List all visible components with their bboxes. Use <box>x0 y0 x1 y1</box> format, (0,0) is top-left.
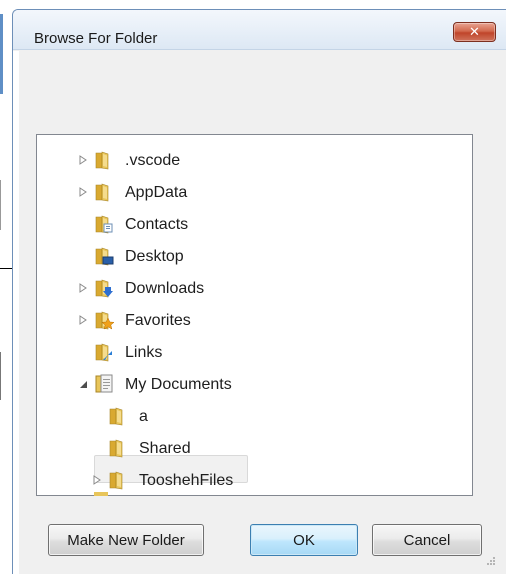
tree-item-label: My Documents <box>125 376 232 393</box>
folder-icon <box>108 470 128 490</box>
close-icon: ✕ <box>469 24 480 39</box>
tree-item-a[interactable]: a <box>74 402 444 430</box>
make-new-folder-button[interactable]: Make New Folder <box>48 524 204 556</box>
tree-item-label: a <box>139 408 148 425</box>
collapsed-triangle-icon[interactable] <box>78 314 88 326</box>
tree-item-label: Shared <box>139 440 191 457</box>
background-app-line <box>0 352 1 400</box>
collapsed-triangle-icon[interactable] <box>78 282 88 294</box>
tree-item-my-documents[interactable]: My Documents <box>74 370 444 398</box>
screen: Browse For Folder ✕ .vscode AppData Cont… <box>0 0 506 574</box>
folder-icon <box>108 406 128 426</box>
tree-item-label: Favorites <box>125 312 191 329</box>
tree-item-favorites[interactable]: Favorites <box>74 306 444 334</box>
background-app-line <box>0 180 1 230</box>
tree-item-contacts[interactable]: Contacts <box>74 210 444 238</box>
tree-item-label: .vscode <box>125 152 181 169</box>
tree-item-shared[interactable]: Shared <box>74 434 444 462</box>
expanded-triangle-icon[interactable] <box>78 378 88 390</box>
tree-item-label: Downloads <box>125 280 205 297</box>
tree-item-label: Desktop <box>125 248 184 265</box>
desktop-folder-icon <box>94 246 114 266</box>
resize-grip-icon[interactable] <box>484 556 498 570</box>
tree-item-label: Contacts <box>125 216 189 233</box>
folder-icon <box>94 150 114 170</box>
tree-item-links[interactable]: Links <box>74 338 444 366</box>
background-app-edge <box>0 14 3 94</box>
tree-item-label: TooshehFiles <box>139 472 234 489</box>
background-app-line <box>0 268 12 269</box>
tree-item-desktop[interactable]: Desktop <box>74 242 444 270</box>
ok-button[interactable]: OK <box>250 524 358 556</box>
cancel-button[interactable]: Cancel <box>372 524 482 556</box>
dialog-title: Browse For Folder <box>34 30 158 47</box>
tree-item-partial-folder-icon <box>94 492 108 496</box>
collapsed-triangle-icon[interactable] <box>78 154 88 166</box>
folder-icon <box>108 438 128 458</box>
tree-item-vscode[interactable]: .vscode <box>74 146 444 174</box>
tree-item-label: AppData <box>125 184 188 201</box>
tree-item-appdata[interactable]: AppData <box>74 178 444 206</box>
close-button[interactable]: ✕ <box>453 22 496 42</box>
tree-item-downloads[interactable]: Downloads <box>74 274 444 302</box>
contacts-folder-icon <box>94 214 114 234</box>
tree-item-label: Links <box>125 344 163 361</box>
collapsed-triangle-icon[interactable] <box>78 186 88 198</box>
title-bar[interactable]: Browse For Folder ✕ <box>13 10 506 50</box>
collapsed-triangle-icon[interactable] <box>92 474 102 486</box>
links-folder-icon <box>94 342 114 362</box>
documents-library-icon <box>94 374 114 394</box>
tree-item-tooshehfiles[interactable]: TooshehFiles <box>74 466 444 494</box>
downloads-folder-icon <box>94 278 114 298</box>
favorites-folder-icon <box>94 310 115 330</box>
folder-icon <box>94 182 114 202</box>
